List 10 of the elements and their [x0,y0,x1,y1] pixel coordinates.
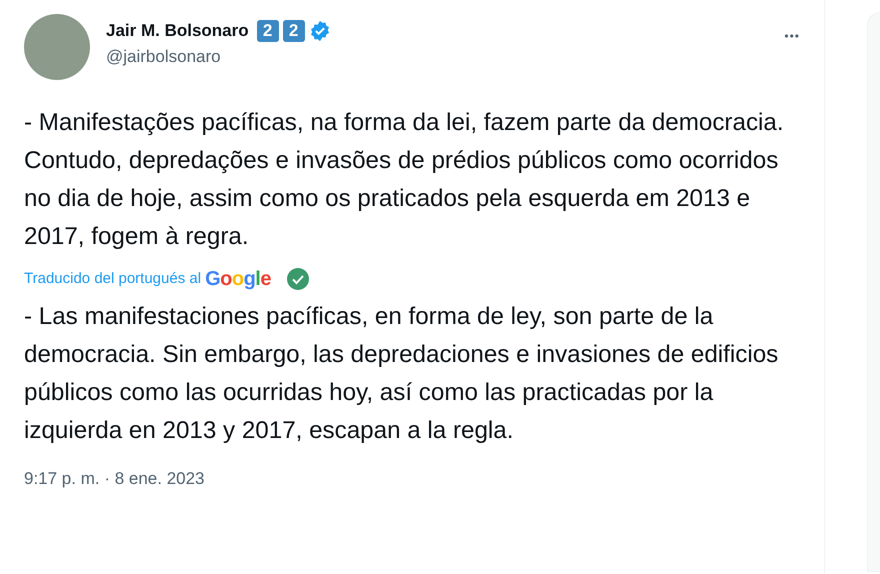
author-handle[interactable]: @jairbolsonaro [106,44,784,69]
author-name[interactable]: Jair M. Bolsonaro [106,18,249,44]
google-wordmark: Google [205,267,271,292]
more-options-button[interactable]: ••• [784,26,800,46]
tweet-text: - Manifestações pacíficas, na forma da lei, fazem parte da democracia. Contudo, depredações e invasões de prédios públicos como ocorridos no dia de hoje, assim como os praticados pela esquerda em 2013 e 2017, fogem à regra. [24,108,785,252]
translated-text: - Las manifestaciones pacíficas, en forma de ley, son parte de la democracia. Sin embargo, las depredaciones e invasiones de edificios públicos como las ocurridas hoy, así como las practicadas por la izquierda en 2013 y 2017, escapan a la regla. [24,302,780,446]
keycap-digit: 2 [256,20,279,42]
tweet-timestamp[interactable]: 9:17 p. m. · 8 ene. 2023 [24,466,800,492]
check-icon [286,268,309,290]
keycap-digit: 2 [282,20,305,42]
